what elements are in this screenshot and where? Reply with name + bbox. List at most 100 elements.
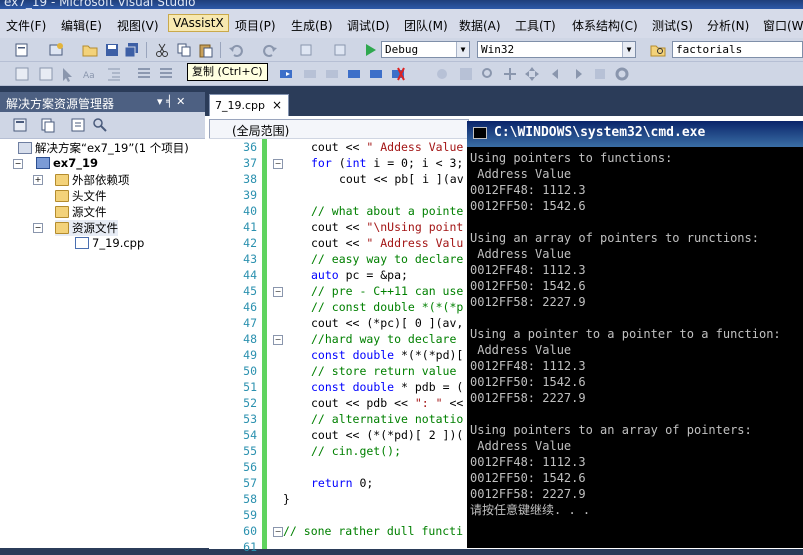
properties-icon[interactable] — [12, 117, 28, 133]
console-line: Address Value — [470, 247, 572, 261]
solution-platform-select[interactable]: Win32 ▼ — [477, 41, 636, 58]
code-token: cout << — [311, 140, 367, 154]
menu-project[interactable]: 项目(P) — [235, 17, 276, 34]
code-token: cout << pb[ i ](av — [339, 172, 464, 186]
save-all-icon[interactable] — [124, 42, 140, 58]
console-line: 0012FF48: 1112.3 — [470, 455, 586, 469]
project-node[interactable]: ex7_19 — [36, 156, 98, 170]
code-token: 0; — [352, 476, 374, 490]
menu-vassistx[interactable]: VAssistX — [168, 14, 229, 32]
redo-icon[interactable] — [262, 42, 278, 58]
open-file-icon[interactable] — [82, 42, 98, 58]
change-tracking-bar — [262, 139, 267, 549]
vax-forward-icon[interactable] — [570, 66, 586, 82]
code-token: int — [345, 156, 367, 170]
expand-toggle[interactable]: + — [33, 175, 43, 185]
menu-analyze[interactable]: 分析(N) — [707, 17, 749, 34]
panel-controls[interactable]: ▾ ╡ ✕ — [157, 95, 185, 108]
open-folder-icon — [55, 222, 69, 234]
vax-refactor-icon[interactable] — [592, 66, 608, 82]
tab-7_19-cpp[interactable]: 7_19.cpp × — [209, 94, 289, 116]
vax-options-icon[interactable] — [614, 66, 630, 82]
vax-goto-icon[interactable] — [502, 66, 518, 82]
new-project-icon[interactable] — [14, 42, 30, 58]
collapse-toggle[interactable]: − — [33, 223, 43, 233]
class-view-icon[interactable] — [14, 66, 30, 82]
paste-icon[interactable] — [198, 42, 214, 58]
tree-item-source-files[interactable]: 源文件 — [55, 204, 107, 220]
navigate-backward-icon[interactable] — [298, 42, 314, 58]
properties-icon[interactable] — [38, 66, 54, 82]
undo-icon[interactable] — [228, 42, 244, 58]
solution-configuration-select[interactable]: Debug ▼ — [381, 41, 470, 58]
menu-test[interactable]: 测试(S) — [652, 17, 693, 34]
tree-item-header-files[interactable]: 头文件 — [55, 188, 107, 204]
clear-bookmarks-icon[interactable] — [390, 66, 406, 82]
vax-move-icon[interactable] — [524, 66, 540, 82]
code-token: cout << pdb << — [311, 396, 415, 410]
line-number: 38 — [243, 172, 257, 186]
menu-file[interactable]: 文件(F) — [6, 17, 46, 34]
outline-toggle[interactable]: − — [273, 335, 283, 345]
next-bookmark-folder-icon[interactable] — [368, 66, 384, 82]
line-number: 41 — [243, 220, 257, 234]
document-tab-strip: 7_19.cpp × — [205, 92, 803, 116]
menu-window[interactable]: 窗口(W) — [763, 17, 803, 34]
vax-find-symbol-icon[interactable] — [458, 66, 474, 82]
cut-icon[interactable] — [154, 42, 170, 58]
menu-edit[interactable]: 编辑(E) — [61, 17, 102, 34]
console-window[interactable]: C:\WINDOWS\system32\cmd.exe Using pointe… — [467, 121, 803, 548]
menu-build[interactable]: 生成(B) — [291, 17, 333, 34]
next-bookmark-icon[interactable] — [324, 66, 340, 82]
menu-bar: 文件(F) 编辑(E) 视图(V) VAssistX 项目(P) 生成(B) 调… — [0, 9, 803, 38]
close-icon[interactable]: × — [272, 98, 282, 112]
code-token: * pdb = ( — [394, 380, 464, 394]
outline-toggle[interactable]: − — [273, 159, 283, 169]
vax-open-file-icon[interactable] — [434, 66, 450, 82]
menu-team[interactable]: 团队(M) — [404, 17, 448, 34]
console-line: 0012FF50: 1542.6 — [470, 471, 586, 485]
folder-icon — [55, 190, 69, 202]
chevron-down-icon: ▼ — [456, 42, 469, 57]
code-token: cout << (*(*pd)[ 2 ])( — [311, 428, 464, 442]
menu-tools[interactable]: 工具(T) — [515, 17, 556, 34]
previous-bookmark-icon[interactable] — [302, 66, 318, 82]
font-size-icon[interactable]: Aa — [82, 66, 98, 82]
tree-item-file[interactable]: 7_19.cpp — [75, 236, 144, 250]
code-line: for (int i = 0; i < 3; — [311, 155, 463, 171]
tree-item-resource-files[interactable]: 资源文件 — [55, 220, 118, 236]
indent-icon[interactable] — [106, 66, 122, 82]
previous-bookmark-folder-icon[interactable] — [346, 66, 362, 82]
code-token: // const double *(*(*p — [311, 300, 464, 314]
outline-toggle[interactable]: − — [273, 287, 283, 297]
menu-architecture[interactable]: 体系结构(C) — [572, 17, 638, 34]
console-icon — [473, 127, 487, 139]
code-token: cout << — [311, 236, 367, 250]
menu-view[interactable]: 视图(V) — [117, 17, 159, 34]
console-line: Address Value — [470, 167, 572, 181]
find-in-files-icon[interactable] — [650, 42, 666, 58]
outline-toggle[interactable]: − — [273, 527, 283, 537]
comment-icon[interactable] — [136, 66, 152, 82]
start-debugging-icon[interactable] — [362, 42, 378, 58]
refresh-icon[interactable] — [70, 117, 86, 133]
solution-node[interactable]: 解决方案“ex7_19”(1 个项目) — [18, 140, 189, 156]
collapse-toggle[interactable]: − — [13, 159, 23, 169]
pointer-icon[interactable] — [60, 66, 76, 82]
scope-dropdown[interactable]: (全局范围) — [209, 119, 469, 139]
find-input[interactable]: factorials — [672, 41, 803, 58]
menu-debug[interactable]: 调试(D) — [347, 17, 390, 34]
tree-item-external-dependencies[interactable]: 外部依赖项 — [55, 172, 130, 188]
bookmark-icon[interactable] — [278, 66, 294, 82]
navigate-forward-icon[interactable] — [332, 42, 348, 58]
vax-references-icon[interactable] — [480, 66, 496, 82]
uncomment-icon[interactable] — [158, 66, 174, 82]
vax-back-icon[interactable] — [548, 66, 564, 82]
save-icon[interactable] — [104, 42, 120, 58]
show-all-files-icon[interactable] — [40, 117, 56, 133]
menu-data[interactable]: 数据(A) — [459, 17, 501, 34]
view-class-diagram-icon[interactable] — [92, 117, 108, 133]
copy-icon[interactable] — [176, 42, 192, 58]
add-item-icon[interactable] — [48, 42, 64, 58]
